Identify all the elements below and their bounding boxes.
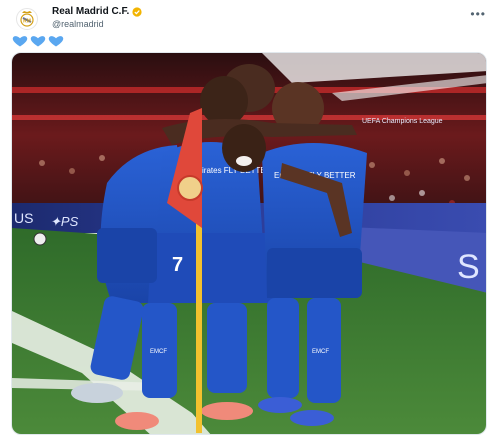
svg-text:RM: RM [23, 19, 31, 25]
more-options-icon[interactable]: ••• [470, 7, 486, 21]
tweet-header: RM Real Madrid C.F. @realmadrid ••• [16, 5, 486, 31]
jersey-sponsor-left: Emirates FLY BETTER [190, 166, 272, 175]
svg-text:✦PS: ✦PS [50, 214, 79, 229]
tweet-photo[interactable]: US ✦PS S UEFA Champions League 7 Emirate… [11, 52, 487, 435]
blue-heart-icon [12, 36, 28, 47]
tweet-text [12, 35, 64, 47]
football-ball [33, 232, 47, 246]
board-text-right-s: S [457, 248, 480, 286]
author-names: Real Madrid C.F. @realmadrid [52, 5, 142, 30]
blue-heart-icon [30, 36, 46, 47]
verified-badge-icon [132, 6, 142, 17]
author-handle[interactable]: @realmadrid [52, 19, 142, 30]
blue-heart-icon [48, 36, 64, 47]
jersey-number: 7 [172, 254, 183, 276]
player-smile [236, 156, 252, 166]
real-madrid-crest-icon[interactable]: RM [16, 8, 38, 30]
sock-text: EMCF [150, 349, 167, 355]
board-text-right-top: UEFA Champions League [362, 118, 443, 125]
author-display-name[interactable]: Real Madrid C.F. [52, 5, 142, 18]
board-text-left: US [14, 210, 33, 226]
svg-text:EMCF: EMCF [312, 349, 329, 355]
display-name-text[interactable]: Real Madrid C.F. [52, 5, 129, 18]
